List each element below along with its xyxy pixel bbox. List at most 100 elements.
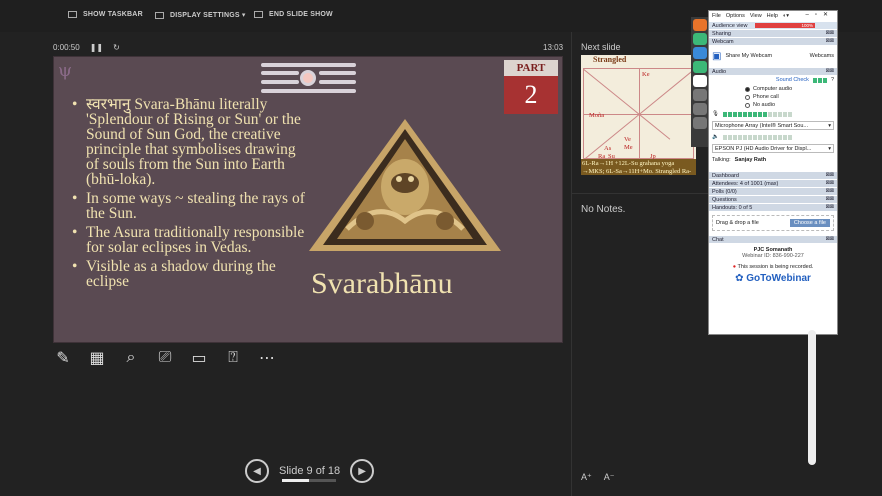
gotowebinar-panel: File Options View Help ◐▾ –▫✕ Audience v… xyxy=(708,10,838,335)
session-info: PJC Somanath Webinar ID: 836-990-227 ● T… xyxy=(709,243,837,284)
audience-meter: 100% xyxy=(755,23,815,28)
chart-label: Ke xyxy=(642,71,650,78)
sharing-header[interactable]: Sharing ⊠⊠ xyxy=(709,29,837,37)
chart-label: Me xyxy=(624,144,633,151)
pen-icon[interactable]: ✎ xyxy=(53,348,73,368)
recording-notice: This session is being recorded. xyxy=(737,264,814,270)
zoom-icon[interactable]: ⌕ xyxy=(121,348,141,368)
window-controls[interactable]: –▫✕ xyxy=(806,11,835,18)
end-slide-show-button[interactable]: END SLIDE SHOW xyxy=(254,11,333,18)
globe-icon[interactable]: ◐▾ xyxy=(783,13,789,19)
previous-slide-button[interactable]: ◀ xyxy=(245,459,269,483)
gtw-flower-icon: ✿ xyxy=(735,273,744,284)
divider xyxy=(571,32,572,496)
collapse-arrow-icon[interactable] xyxy=(693,19,707,31)
attendees-header[interactable]: Attendees: 4 of 1001 (max) ⊠⊠ xyxy=(709,179,837,187)
menu-view[interactable]: View xyxy=(750,13,762,19)
speaker-level-row: 🔈 xyxy=(709,132,837,142)
pause-share-icon[interactable] xyxy=(693,75,707,87)
show-taskbar-button[interactable]: SHOW TASKBAR xyxy=(68,11,143,18)
camera-icon[interactable]: ⍰ xyxy=(223,348,243,368)
speaker-notes[interactable]: No Notes. xyxy=(581,204,625,215)
notes-divider xyxy=(572,193,708,194)
trident-logo-icon: ψ xyxy=(58,60,73,81)
handouts-header[interactable]: Handouts: 0 of 5 ⊠⊠ xyxy=(709,203,837,211)
menu-help[interactable]: Help xyxy=(767,13,778,19)
display-settings-button[interactable]: DISPLAY SETTINGS ▾ xyxy=(155,11,246,19)
next-slide-preview[interactable]: Strangled Ke Moña Ve Me As Ra Su Jp 6L-R… xyxy=(581,55,696,175)
chat-header[interactable]: Chat ⊠⊠ xyxy=(709,235,837,243)
speaker-select[interactable]: EPSON PJ (HD Audio Driver for Displ... ▾ xyxy=(712,144,834,153)
chart-label: Ve xyxy=(624,136,631,143)
clock: 13:03 xyxy=(543,43,564,52)
mic-icon: 🎙 xyxy=(712,111,719,117)
phone-call-option[interactable]: Phone call xyxy=(709,93,837,101)
bullet: In some ways ~ stealing the rays of the … xyxy=(72,191,307,222)
slide-progress-bar xyxy=(282,479,336,482)
dashboard-header[interactable]: Dashboard ⊠⊠ xyxy=(709,171,837,179)
gtw-menubar: File Options View Help ◐▾ –▫✕ xyxy=(709,11,837,21)
presenter-tools: ✎ ▦ ⌕ ⎚ ▭ ⍰ ⋯ xyxy=(53,348,277,368)
taskbar-icon xyxy=(68,11,77,18)
mic-meter xyxy=(722,111,792,117)
bullet: Visible as a shadow during the eclipse xyxy=(72,259,307,290)
font-size-controls: A⁺ A⁻ xyxy=(581,472,615,483)
gotowebinar-side-toolbar xyxy=(691,17,709,147)
computer-audio-option[interactable]: Computer audio xyxy=(709,85,837,93)
signal-icon xyxy=(812,77,827,83)
decrease-font-icon[interactable]: A⁻ xyxy=(604,472,615,483)
polls-header[interactable]: Polls (0/0) ⊠⊠ xyxy=(709,187,837,195)
chart-label: As xyxy=(604,145,612,152)
webcam-header[interactable]: Webcam ⊠⊠ xyxy=(709,37,837,45)
pause-icon[interactable]: ❚❚ xyxy=(90,43,103,52)
webcam-row: ▣ Share My Webcam Webcams xyxy=(709,45,837,67)
share-webcam-button[interactable]: Share My Webcam xyxy=(725,53,772,59)
next-slide-footer: 6L-Ra→1H +12L-Su grahana yoga →MKS; 6L-S… xyxy=(581,159,696,175)
recording-dot-icon: ● xyxy=(732,264,737,270)
talking-row: Talking: Sanjay Rath xyxy=(712,157,767,163)
bullet: स्वरभानु Svara-Bhānu literally 'Splendou… xyxy=(72,97,307,188)
webcam-icon: ▣ xyxy=(712,50,722,62)
pointer-icon[interactable]: ⎚ xyxy=(155,348,175,368)
more-options-icon[interactable]: ⋯ xyxy=(257,348,277,368)
menu-file[interactable]: File xyxy=(712,13,721,19)
decorative-bars xyxy=(261,62,356,94)
sound-check-row: Sound Check ? xyxy=(709,75,837,85)
audience-view-row[interactable]: Audience view 100% xyxy=(709,21,837,29)
speaker-meter xyxy=(722,134,792,140)
gotowebinar-logo: ✿ GoToWebinar xyxy=(735,273,811,284)
sound-check-link[interactable]: Sound Check xyxy=(776,77,809,83)
microphone-select[interactable]: Microphone Array (Intel® Smart Sou... ▾ xyxy=(712,121,834,130)
increase-font-icon[interactable]: A⁺ xyxy=(581,472,592,483)
slide-navigation: ◀ Slide 9 of 18 ▶ xyxy=(245,459,375,483)
screen-share-icon[interactable] xyxy=(693,61,707,73)
svarabhanu-carving-image xyxy=(309,119,501,251)
choose-file-button[interactable]: Choose a file xyxy=(789,219,830,227)
next-slide-label: Next slide xyxy=(581,42,621,52)
elapsed-timer: 0:00:50 ❚❚ ↻ xyxy=(53,43,120,52)
questions-header[interactable]: Questions ⊠⊠ xyxy=(709,195,837,203)
subtitles-icon[interactable]: ▭ xyxy=(189,348,209,368)
current-slide[interactable]: ψ PART 2 स्वरभानु Svara-Bhānu literally … xyxy=(53,56,563,343)
restart-icon[interactable]: ↻ xyxy=(113,43,120,52)
chart-label: Moña xyxy=(589,112,605,119)
handout-dropzone[interactable]: Drag & drop a file Choose a file xyxy=(712,215,834,231)
no-audio-option[interactable]: No audio xyxy=(709,101,837,109)
raise-hand-icon[interactable] xyxy=(693,103,707,115)
next-slide-button[interactable]: ▶ xyxy=(350,459,375,483)
display-icon xyxy=(155,11,164,19)
mic-icon[interactable] xyxy=(693,33,707,45)
webcams-dropdown[interactable]: Webcams xyxy=(810,53,834,59)
see-all-slides-icon[interactable]: ▦ xyxy=(87,348,107,368)
help-icon[interactable]: ? xyxy=(831,77,834,83)
part-badge: PART 2 xyxy=(504,60,558,114)
audio-header[interactable]: Audio ⊠⊠ xyxy=(709,67,837,75)
chat-icon[interactable] xyxy=(693,117,707,129)
webcam-icon[interactable] xyxy=(693,47,707,59)
slide-bullets: स्वरभानु Svara-Bhānu literally 'Splendou… xyxy=(72,97,307,293)
menu-options[interactable]: Options xyxy=(726,13,745,19)
grab-tab-icon[interactable] xyxy=(693,89,707,101)
panel-scrollbar[interactable] xyxy=(808,330,816,465)
slide-counter: Slide 9 of 18 xyxy=(279,465,341,477)
bullet: The Asura traditionally responsible for … xyxy=(72,225,307,256)
